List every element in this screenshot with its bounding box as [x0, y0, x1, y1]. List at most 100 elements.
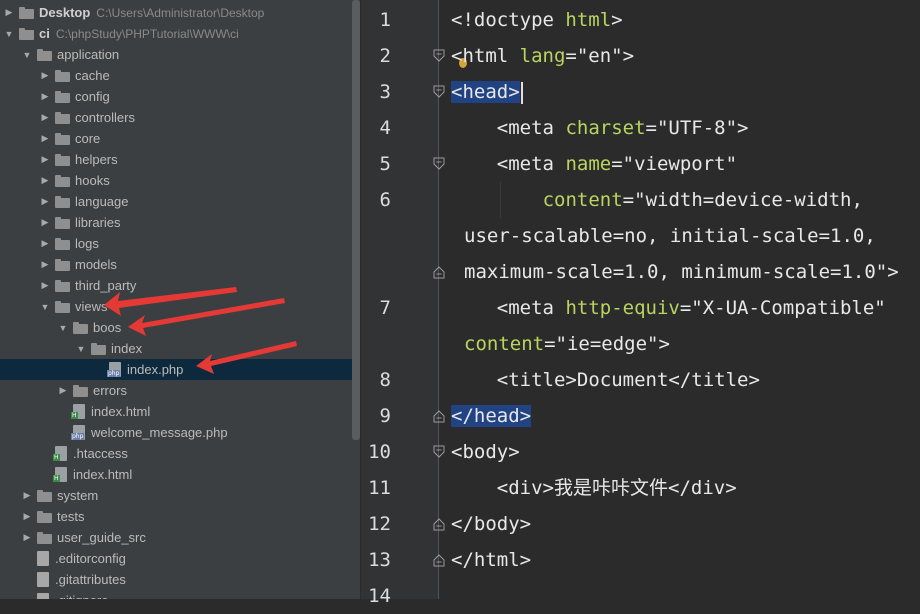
code-line[interactable]: <div>我是咔咔文件</div> [497, 470, 737, 506]
tree-item[interactable]: ▶ controllers [0, 107, 360, 128]
fold-close-icon[interactable] [433, 265, 445, 279]
code-token: > [622, 45, 635, 67]
code-line[interactable]: user-scalable=no, initial-scale=1.0, [464, 218, 876, 254]
tree-item[interactable]: Hindex.html [0, 401, 360, 422]
code-token: </html> [451, 549, 532, 571]
code-line[interactable]: <body> [451, 434, 520, 470]
chevron-right-icon[interactable]: ▶ [40, 196, 50, 207]
tree-scrollbar[interactable] [352, 0, 360, 440]
chevron-right-icon[interactable]: ▶ [40, 175, 50, 186]
chevron-down-icon[interactable]: ▼ [40, 302, 50, 312]
text-caret [520, 81, 523, 104]
chevron-down-icon[interactable]: ▼ [76, 344, 86, 354]
file-type-badge: php [107, 370, 121, 377]
code-line[interactable]: <meta http-equiv="X-UA-Compatible" [497, 290, 886, 326]
chevron-down-icon[interactable]: ▼ [4, 29, 14, 39]
chevron-right-icon[interactable]: ▶ [40, 133, 50, 144]
chevron-right-icon[interactable]: ▶ [40, 238, 50, 249]
code-token: = [679, 297, 692, 319]
html-file-icon: H [71, 404, 85, 419]
chevron-right-icon[interactable]: ▶ [40, 154, 50, 165]
fold-open-icon[interactable] [433, 49, 445, 63]
tree-item[interactable]: ▶ config [0, 86, 360, 107]
tree-item[interactable]: ▶ errors [0, 380, 360, 401]
attribute-value: "width=device-width, [634, 189, 863, 211]
tree-item[interactable]: ▶ models [0, 254, 360, 275]
fold-open-icon[interactable] [433, 85, 445, 99]
tree-item-label: .gitattributes [55, 572, 126, 587]
code-line[interactable]: <meta name="viewport" [497, 146, 737, 182]
tree-item[interactable]: ▶ system [0, 485, 360, 506]
tree-item[interactable]: php index.php [0, 359, 360, 380]
tree-item[interactable]: ▶ core [0, 128, 360, 149]
tree-item-label: .htaccess [73, 446, 128, 461]
tree-item[interactable]: ▼ boos [0, 317, 360, 338]
code-token: </title> [668, 369, 760, 391]
code-token: <meta [496, 153, 566, 175]
chevron-right-icon[interactable]: ▶ [40, 259, 50, 270]
chevron-down-icon[interactable]: ▼ [58, 323, 68, 333]
chevron-right-icon[interactable]: ▶ [40, 217, 50, 228]
attribute-value: user-scalable=no, initial-scale=1.0, [464, 225, 876, 247]
folder-icon [19, 6, 34, 19]
tree-item[interactable]: ▶ helpers [0, 149, 360, 170]
tree-item[interactable]: ▶ libraries [0, 212, 360, 233]
code-line[interactable]: maximum-scale=1.0, minimum-scale=1.0"> [464, 254, 899, 290]
chevron-right-icon[interactable]: ▶ [58, 385, 68, 396]
tree-item[interactable]: ▶ cache [0, 65, 360, 86]
chevron-right-icon[interactable]: ▶ [22, 490, 32, 501]
tree-item-label: ci [39, 26, 50, 41]
code-line[interactable]: <html lang="en"> [451, 38, 634, 74]
tree-item[interactable]: ▼ index [0, 338, 360, 359]
tree-item[interactable]: ▶ third_party [0, 275, 360, 296]
folder-icon [55, 237, 70, 250]
tree-item[interactable]: ▶ hooks [0, 170, 360, 191]
html-file-icon: H [53, 467, 67, 482]
tree-item-label: user_guide_src [57, 530, 146, 545]
tree-item[interactable]: .gitattributes [0, 569, 360, 590]
tree-item[interactable]: ▶ Desktop C:\Users\Administrator\Desktop [0, 2, 356, 23]
code-line[interactable]: </html> [451, 542, 531, 578]
code-line[interactable]: </head> [451, 398, 532, 434]
fold-open-icon[interactable] [433, 445, 445, 459]
tree-item[interactable]: ▶ tests [0, 506, 360, 527]
chevron-right-icon[interactable]: ▶ [4, 7, 14, 18]
code-token: = [622, 189, 635, 211]
fold-close-icon[interactable] [433, 553, 445, 567]
fold-open-icon[interactable] [433, 157, 445, 171]
chevron-right-icon[interactable]: ▶ [40, 91, 50, 102]
chevron-right-icon[interactable]: ▶ [40, 112, 50, 123]
folder-icon [73, 321, 88, 334]
chevron-right-icon[interactable]: ▶ [22, 511, 32, 522]
tree-item[interactable]: ▶ logs [0, 233, 360, 254]
tree-item[interactable]: Hindex.html [0, 464, 360, 485]
code-line[interactable]: <head> [451, 74, 523, 110]
chevron-right-icon[interactable]: ▶ [40, 70, 50, 81]
folder-icon [55, 174, 70, 187]
tree-item[interactable]: .gitignore [0, 590, 360, 599]
chevron-down-icon[interactable]: ▼ [22, 50, 32, 60]
chevron-right-icon[interactable]: ▶ [40, 280, 50, 291]
chevron-right-icon[interactable]: ▶ [22, 532, 32, 543]
tree-item[interactable]: H .htaccess [0, 443, 360, 464]
fold-close-icon[interactable] [433, 409, 445, 423]
code-line[interactable]: content="ie=edge"> [464, 326, 670, 362]
file-type-badge: php [71, 433, 85, 440]
tree-item[interactable]: ▼ application [0, 44, 360, 65]
code-line[interactable]: content="width=device-width, [543, 182, 863, 218]
code-line[interactable]: <title>Document</title> [497, 362, 760, 398]
line-number: 3 [379, 81, 391, 103]
tree-item[interactable]: ▼ ci C:\phpStudy\PHPTutorial\WWW\ci [0, 23, 356, 44]
fold-close-icon[interactable] [433, 517, 445, 531]
code-editor[interactable]: <!doctype html> <html lang="en"> <head> <me… [361, 0, 920, 607]
tree-item[interactable]: .editorconfig [0, 548, 360, 569]
tree-item[interactable]: ▶ user_guide_src [0, 527, 360, 548]
tree-item[interactable]: ▶ language [0, 191, 360, 212]
tree-item[interactable]: ▼ views [0, 296, 360, 317]
code-line[interactable]: <!doctype html> [451, 2, 623, 38]
php-file-icon: php [107, 362, 121, 377]
tree-item[interactable]: php welcome_message.php [0, 422, 360, 443]
code-line[interactable]: </body> [451, 506, 531, 542]
code-line[interactable]: <meta charset="UTF-8"> [497, 110, 749, 146]
attribute-value: "UTF-8" [656, 117, 738, 139]
